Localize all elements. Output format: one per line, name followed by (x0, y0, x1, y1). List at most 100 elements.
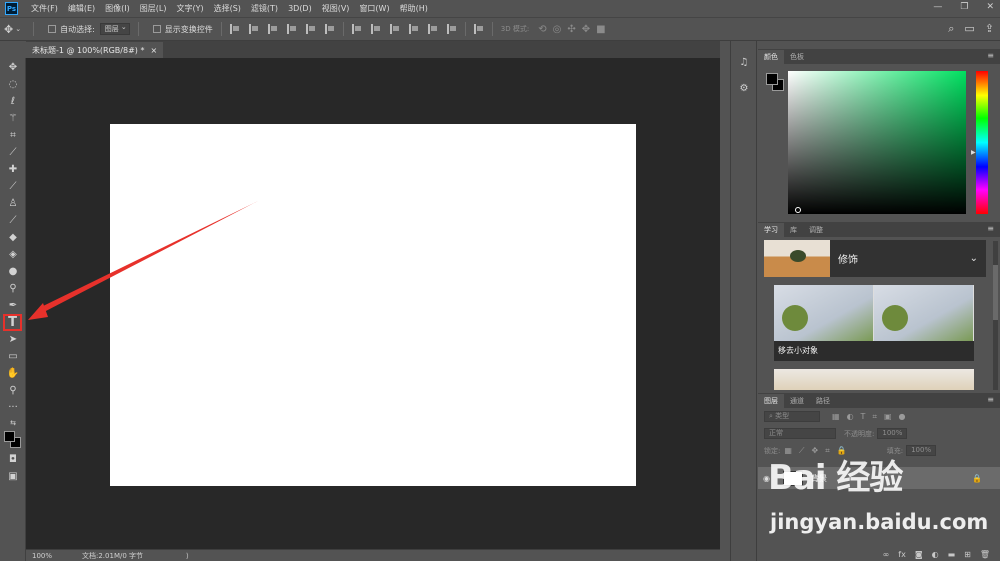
new-layer-icon[interactable]: ⊞ (964, 550, 971, 559)
foreground-color-swatch[interactable] (4, 431, 15, 442)
blur-tool-icon[interactable]: ● (5, 264, 21, 278)
link-layers-icon[interactable]: ∞ (883, 550, 890, 559)
tab-learn[interactable]: 学习 (758, 223, 784, 237)
distribute-right-icon[interactable] (446, 24, 457, 34)
align-hcenter-icon[interactable] (305, 24, 316, 34)
path-selection-tool-icon[interactable]: ➤ (5, 332, 21, 346)
lock-pixels-icon[interactable]: ▦ (784, 446, 792, 456)
history-panel-icon[interactable]: ♫ (737, 57, 751, 71)
panel-menu-icon[interactable]: ≡ (987, 224, 994, 233)
close-button[interactable]: ✕ (986, 2, 994, 12)
lock-paint-icon[interactable]: ⟋ (799, 446, 805, 456)
menu-layer[interactable]: 图层(L) (135, 3, 172, 14)
color-field[interactable] (788, 71, 966, 214)
properties-panel-icon[interactable]: ⚙ (737, 83, 751, 97)
dodge-tool-icon[interactable]: ⚲ (5, 281, 21, 295)
filter-type-icon[interactable]: T (861, 412, 866, 422)
hue-slider[interactable] (976, 71, 988, 214)
align-top-icon[interactable] (229, 24, 240, 34)
lasso-tool-icon[interactable]: ℓ (5, 94, 21, 108)
align-vcenter-icon[interactable] (248, 24, 259, 34)
3d-orbit-icon[interactable]: ⟲ (538, 24, 546, 35)
filter-adjustment-icon[interactable]: ◐ (847, 412, 854, 422)
history-brush-tool-icon[interactable]: ⟋ (5, 213, 21, 227)
menu-image[interactable]: 图像(I) (100, 3, 135, 14)
menu-edit[interactable]: 编辑(E) (63, 3, 100, 14)
align-bottom-icon[interactable] (267, 24, 278, 34)
share-icon[interactable]: ⇪ (985, 22, 994, 36)
learn-section-header[interactable]: 修饰 ⌄ (764, 240, 986, 277)
eraser-tool-icon[interactable]: ◆ (5, 230, 21, 244)
panel-menu-icon[interactable]: ≡ (987, 51, 994, 60)
trash-icon[interactable]: 🗑 (980, 550, 990, 559)
opacity-field[interactable]: 100% (877, 428, 908, 439)
distribute-vcenter-icon[interactable] (370, 24, 381, 34)
filter-shape-icon[interactable]: ⌗ (872, 412, 877, 422)
new-group-icon[interactable]: ▬ (948, 550, 956, 559)
tab-color[interactable]: 颜色 (758, 50, 784, 64)
visibility-eye-icon[interactable]: ◉ (763, 474, 777, 483)
auto-align-icon[interactable] (473, 24, 484, 34)
tutorial-card-next[interactable] (774, 369, 974, 390)
layer-filter-dropdown[interactable]: ⌕ 类型 (764, 411, 820, 422)
tab-layers[interactable]: 图层 (758, 394, 784, 408)
zoom-level[interactable]: 100% (26, 552, 66, 560)
filter-pixel-icon[interactable]: ▦ (832, 412, 840, 422)
status-menu-arrow-icon[interactable]: ⟩ (186, 552, 189, 560)
show-transform-checkbox[interactable] (152, 25, 161, 33)
3d-roll-icon[interactable]: ◎ (553, 24, 562, 35)
paint-bucket-tool-icon[interactable]: ◈ (5, 247, 21, 261)
adjustment-layer-icon[interactable]: ◐ (932, 550, 939, 559)
swap-colors-icon[interactable]: ⇆ (5, 416, 21, 430)
clone-stamp-tool-icon[interactable]: ♙ (5, 196, 21, 210)
zoom-tool-icon[interactable]: ⚲ (5, 383, 21, 397)
auto-select-checkbox[interactable] (48, 25, 57, 33)
auto-select-dropdown[interactable]: 图层 (99, 22, 130, 35)
document-canvas[interactable] (110, 124, 636, 486)
menu-file[interactable]: 文件(F) (26, 3, 63, 14)
screen-mode-icon[interactable]: ▣ (5, 469, 21, 483)
menu-help[interactable]: 帮助(H) (395, 3, 433, 14)
tutorial-card[interactable]: 移去小对象 (774, 285, 974, 361)
tool-preset-chevron-icon[interactable]: ⌄ (15, 25, 21, 33)
distribute-bottom-icon[interactable] (389, 24, 400, 34)
menu-view[interactable]: 视图(V) (317, 3, 355, 14)
fx-icon[interactable]: fx (898, 550, 906, 559)
tab-libraries[interactable]: 库 (784, 223, 803, 237)
magic-wand-tool-icon[interactable]: ⚚ (5, 111, 21, 125)
tab-swatches[interactable]: 色板 (784, 50, 810, 64)
eyedropper-tool-icon[interactable]: ⟋ (5, 145, 21, 159)
3d-slide-icon[interactable]: ✥ (582, 24, 590, 35)
quick-mask-icon[interactable]: ◘ (5, 452, 21, 466)
pen-tool-icon[interactable]: ✒ (5, 298, 21, 312)
marquee-tool-icon[interactable]: ◌ (5, 77, 21, 91)
search-icon[interactable]: ⌕ (948, 22, 954, 36)
3d-camera-icon[interactable]: ■ (596, 24, 605, 35)
lock-artboard-icon[interactable]: ⌗ (825, 446, 830, 456)
menu-select[interactable]: 选择(S) (209, 3, 246, 14)
3d-drag-icon[interactable]: ✣ (567, 24, 575, 35)
move-tool-icon[interactable]: ✥ (4, 23, 13, 36)
workspace-icon[interactable]: ▭ (964, 22, 974, 36)
move-tool-icon[interactable]: ✥ (5, 60, 21, 74)
hand-tool-icon[interactable]: ✋ (5, 366, 21, 380)
crop-tool-icon[interactable]: ⌗ (5, 128, 21, 142)
minimize-button[interactable]: — (933, 2, 942, 12)
brush-tool-icon[interactable]: ⟋ (5, 179, 21, 193)
chevron-down-icon[interactable]: ⌄ (970, 253, 978, 264)
healing-brush-tool-icon[interactable]: ✚ (5, 162, 21, 176)
distribute-left-icon[interactable] (408, 24, 419, 34)
rectangle-tool-icon[interactable]: ▭ (5, 349, 21, 363)
tab-adjustments[interactable]: 调整 (803, 223, 829, 237)
lock-position-icon[interactable]: ✥ (812, 446, 819, 456)
more-tools-icon[interactable]: ··· (5, 400, 21, 414)
distribute-hcenter-icon[interactable] (427, 24, 438, 34)
document-tab[interactable]: 未标题-1 @ 100%(RGB/8#) * × (26, 42, 164, 58)
panel-menu-icon[interactable]: ≡ (987, 395, 994, 404)
lock-all-icon[interactable]: 🔒 (837, 446, 847, 456)
filter-toggle-icon[interactable]: ● (899, 412, 906, 422)
menu-window[interactable]: 窗口(W) (354, 3, 394, 14)
learn-scrollbar[interactable] (993, 241, 998, 390)
align-left-icon[interactable] (286, 24, 297, 34)
add-mask-icon[interactable]: ◙ (915, 550, 923, 559)
